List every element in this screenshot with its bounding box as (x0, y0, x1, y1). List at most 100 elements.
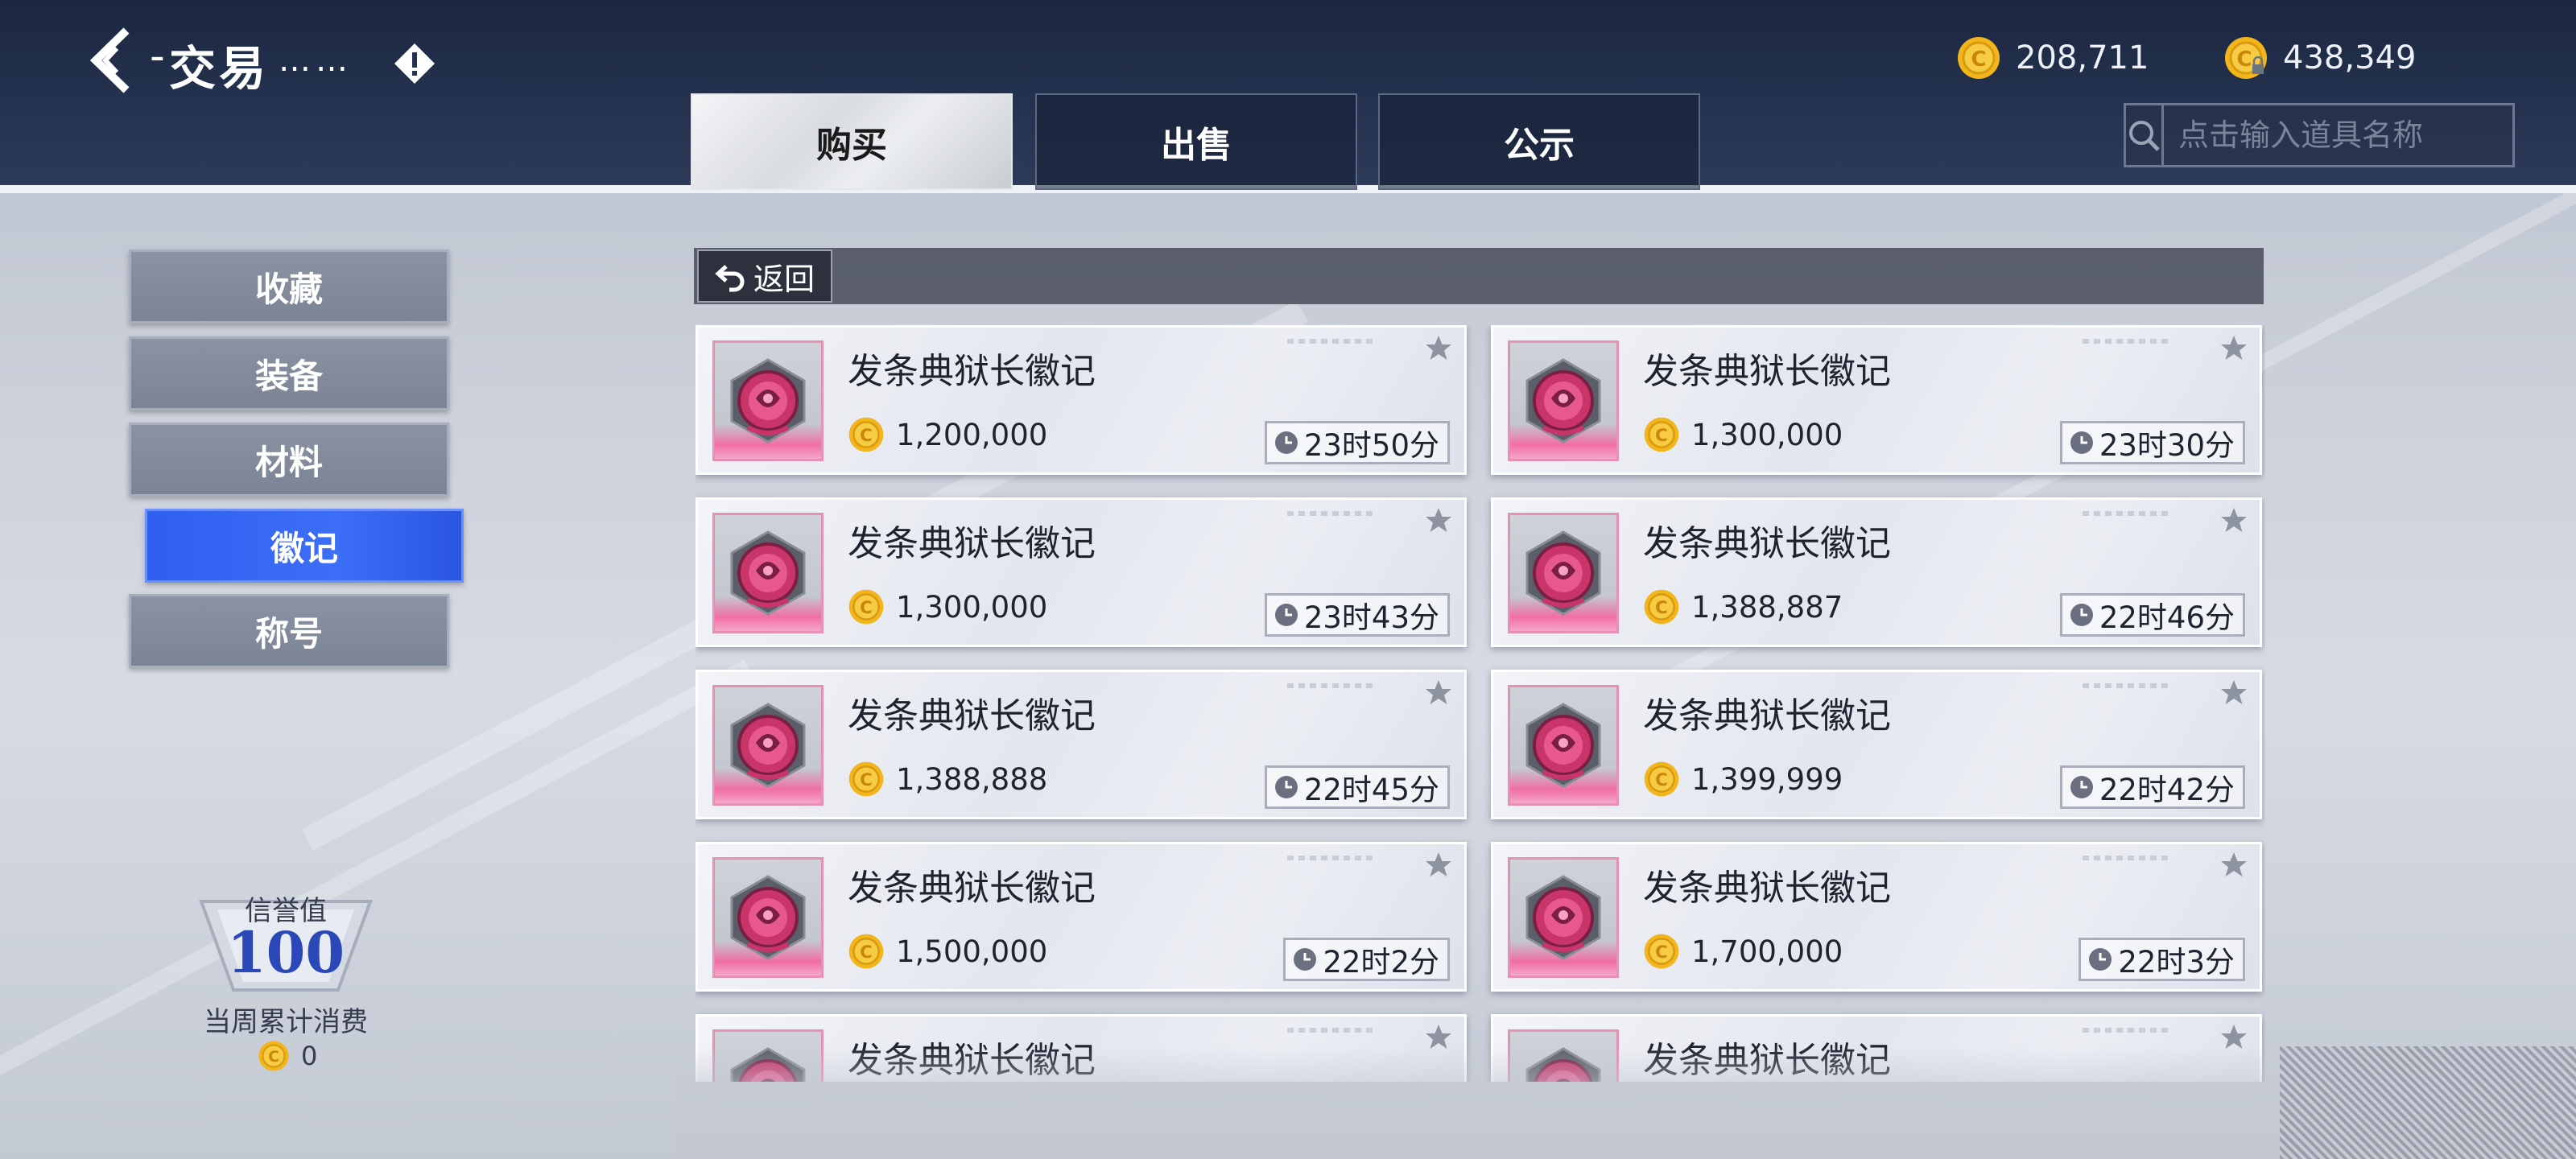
gold-coin-icon: C (1644, 589, 1679, 625)
favorite-star-icon[interactable] (1424, 334, 1453, 363)
item-icon (1508, 340, 1619, 461)
svg-text:C: C (1655, 598, 1668, 618)
item-name: 发条典狱长徽记 (848, 868, 1096, 909)
warden-emblem-icon (1525, 530, 1601, 616)
svg-text:C: C (860, 426, 873, 446)
search-icon[interactable] (2126, 105, 2164, 165)
category-titles[interactable]: 称号 (129, 594, 449, 668)
item-icon (712, 340, 824, 461)
card-stripe (2083, 683, 2171, 688)
favorite-star-icon[interactable] (1424, 506, 1453, 535)
card-stripe (2083, 1028, 2171, 1033)
item-icon (712, 513, 824, 633)
item-icon (1508, 513, 1619, 633)
page-title: 交易 (169, 41, 270, 96)
listing-card[interactable]: 发条典狱长徽记 C 1,388,887 22时46分 (1491, 497, 2262, 647)
clock-icon (1274, 776, 1298, 798)
item-icon (712, 685, 824, 806)
item-price: C 1,388,887 (1643, 588, 1843, 625)
item-name: 发条典狱长徽记 (848, 351, 1096, 392)
search-input[interactable] (2164, 106, 2561, 164)
favorite-star-icon[interactable] (1424, 851, 1453, 880)
item-price: C 1,500,000 (848, 933, 1047, 970)
svg-text:C: C (1655, 770, 1668, 790)
warden-emblem-icon (730, 530, 806, 616)
item-price-value: 1,300,000 (1691, 417, 1843, 452)
listing-card[interactable]: 发条典狱长徽记 C 1,388,888 22时45分 (696, 670, 1467, 819)
favorite-star-icon[interactable] (2219, 851, 2248, 880)
clock-icon (1274, 604, 1298, 626)
return-button[interactable]: 返回 (697, 250, 832, 303)
card-stripe (1287, 511, 1376, 516)
time-remaining-value: 22时45分 (1303, 773, 1439, 807)
time-remaining-value: 22时3分 (2118, 945, 2235, 980)
item-name: 发条典狱长徽记 (1643, 695, 1891, 736)
item-name: 发条典狱长徽记 (848, 523, 1096, 564)
gold-coin-icon: C (848, 761, 884, 797)
time-remaining: 23时43分 (1264, 593, 1450, 637)
warden-emblem-icon (1525, 358, 1601, 443)
warden-emblem-icon (1525, 703, 1601, 788)
category-equipment[interactable]: 装备 (129, 336, 449, 410)
item-icon (1508, 685, 1619, 806)
category-favorites[interactable]: 收藏 (129, 250, 449, 324)
return-arrow-icon (715, 265, 745, 292)
warden-emblem-icon (730, 358, 806, 443)
time-remaining: 22时3分 (2079, 938, 2245, 981)
time-remaining: 23时30分 (2059, 421, 2245, 464)
top-bar: - 交易 …… C 208,711 C 438,349 购买 出售 公示 (0, 0, 2576, 193)
category-emblems[interactable]: 徽记 (145, 509, 464, 583)
return-label: 返回 (753, 261, 815, 297)
listing-area: 发条典狱长徽记 C 1,200,000 23时50分 发条典狱长徽记 C 1,3… (696, 325, 2265, 1082)
listing-card[interactable]: 发条典狱长徽记 C 1,300,000 23时43分 (696, 497, 1467, 647)
gold-coin-icon: C (1644, 417, 1679, 452)
gold-coin-icon: C (258, 1041, 289, 1071)
favorite-star-icon[interactable] (1424, 678, 1453, 707)
listing-card[interactable]: 发条典狱长徽记 C 1,700,000 22时3分 (1491, 842, 2262, 992)
weekly-spend-label: 当周累计消费 (204, 1006, 368, 1038)
listing-card[interactable]: 发条典狱长徽记 C 1,300,000 23时30分 (1491, 325, 2262, 475)
time-remaining-value: 22时42分 (2099, 773, 2235, 807)
reputation-value: 100 (226, 919, 345, 986)
currency-locked-gold-value: 438,349 (2283, 39, 2417, 76)
favorite-star-icon[interactable] (2219, 678, 2248, 707)
time-remaining-value: 22时2分 (1323, 945, 1439, 980)
title-dash: - (150, 32, 165, 80)
chevron-left-icon (89, 27, 130, 93)
tab-sell[interactable]: 出售 (1035, 93, 1357, 190)
listing-header (694, 248, 2264, 304)
card-stripe (2083, 339, 2171, 344)
time-remaining: 22时2分 (1283, 938, 1450, 981)
clock-icon (2070, 776, 2093, 798)
item-price-value: 1,200,000 (896, 417, 1048, 452)
item-price: C 1,300,000 (848, 588, 1047, 625)
info-icon[interactable] (393, 42, 436, 85)
favorite-star-icon[interactable] (2219, 334, 2248, 363)
gold-coin-icon: C (848, 589, 884, 625)
listing-card[interactable]: 发条典狱长徽记 C 1,200,000 23时50分 (696, 325, 1467, 475)
svg-text:C: C (1971, 47, 1986, 72)
svg-text:C: C (1655, 942, 1668, 963)
listing-card[interactable]: 发条典狱长徽记 C 1,500,000 22时2分 (696, 842, 1467, 992)
gold-coin-icon: C (848, 417, 884, 452)
tab-buy[interactable]: 购买 (691, 93, 1013, 190)
item-price-value: 1,300,000 (896, 589, 1048, 625)
listing-card[interactable]: 发条典狱长徽记 C 1,399,999 22时42分 (1491, 670, 2262, 819)
category-materials[interactable]: 材料 (129, 423, 449, 497)
currency-gold: C 208,711 (1956, 34, 2149, 82)
card-stripe (1287, 683, 1376, 688)
item-price: C 1,300,000 (1643, 416, 1843, 453)
clock-icon (2070, 431, 2093, 454)
tab-notice[interactable]: 公示 (1378, 93, 1700, 190)
item-price: C 1,200,000 (848, 416, 1047, 453)
item-icon (712, 857, 824, 978)
svg-text:C: C (268, 1049, 279, 1066)
weekly-spend: C 0 (258, 1040, 317, 1072)
time-remaining-value: 23时30分 (2099, 428, 2235, 463)
gold-coin-icon: C (1644, 761, 1679, 797)
favorite-star-icon[interactable] (2219, 506, 2248, 535)
back-button[interactable] (85, 24, 141, 97)
item-price: C 1,388,888 (848, 761, 1047, 798)
title-dots: …… (279, 42, 353, 79)
item-name: 发条典狱长徽记 (1643, 523, 1891, 564)
